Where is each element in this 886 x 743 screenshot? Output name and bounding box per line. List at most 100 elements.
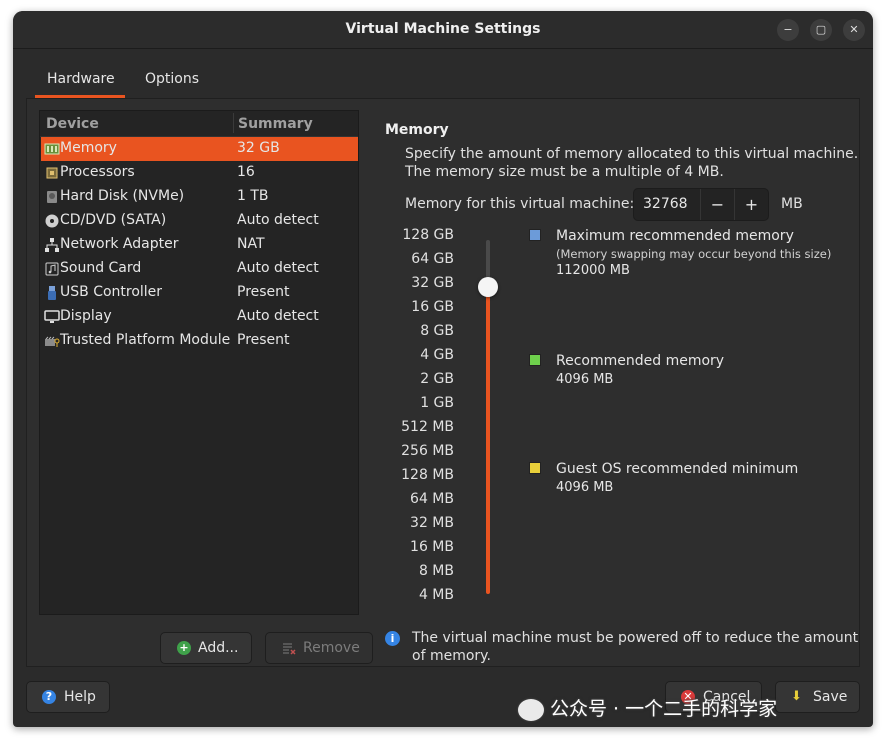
device-row-sound-card[interactable]: Sound Card Auto detect <box>41 257 358 281</box>
memory-section-title: Memory <box>385 122 449 138</box>
device-row-display[interactable]: Display Auto detect <box>41 305 358 329</box>
active-tab-indicator <box>35 95 125 98</box>
maximize-button[interactable]: ▢ <box>810 19 832 41</box>
device-row-trusted-platform-module[interactable]: Trusted Platform Module Present <box>41 329 358 353</box>
column-header-summary[interactable]: Summary <box>238 116 313 132</box>
scale-tick-label: 4 MB <box>418 587 454 603</box>
settings-window: Virtual Machine Settings − ▢ ✕ Hardware … <box>13 11 873 727</box>
scale-tick-label: 32 MB <box>410 515 454 531</box>
device-name: Trusted Platform Module <box>60 332 231 348</box>
device-name: CD/DVD (SATA) <box>60 212 167 228</box>
usb-controller-icon <box>44 285 60 301</box>
wechat-logo-icon <box>518 698 544 721</box>
device-row-memory[interactable]: Memory 32 GB <box>41 137 358 161</box>
remove-icon <box>281 641 297 657</box>
device-name: USB Controller <box>60 284 163 300</box>
memory-input-label: Memory for this virtual machine: <box>405 196 635 212</box>
tab-options[interactable]: Options <box>145 71 199 87</box>
device-summary: NAT <box>237 236 265 252</box>
guest-minimum-value: 4096 MB <box>556 480 614 495</box>
column-header-device[interactable]: Device <box>46 116 99 132</box>
scale-tick-label: 2 GB <box>420 371 454 387</box>
recommended-title: Recommended memory <box>556 353 725 369</box>
device-list[interactable]: Device Summary Memory 32 GB Processors 1… <box>39 110 359 615</box>
device-summary: 32 GB <box>237 140 280 156</box>
watermark-text: 公众号 · 一个二手的科学家 <box>550 698 778 720</box>
memory-slider-handle[interactable] <box>478 277 498 297</box>
close-button[interactable]: ✕ <box>843 19 865 41</box>
memory-description: Specify the amount of memory allocated t… <box>405 146 859 180</box>
remove-button-label: Remove <box>303 640 360 656</box>
memory-spinbox[interactable]: 32768 − + <box>633 188 769 221</box>
device-summary: Present <box>237 284 290 300</box>
help-button-label: Help <box>64 689 96 705</box>
tab-hardware[interactable]: Hardware <box>47 71 115 87</box>
slider-fill[interactable] <box>486 287 490 594</box>
remove-device-button[interactable]: Remove <box>265 632 373 664</box>
watermark: 公众号 · 一个二手的科学家 <box>518 694 868 728</box>
device-name: Hard Disk (NVMe) <box>60 188 185 204</box>
device-row-cd-dvd[interactable]: CD/DVD (SATA) Auto detect <box>41 209 358 233</box>
title-bar[interactable]: Virtual Machine Settings − ▢ ✕ <box>13 11 873 49</box>
guest-minimum-title: Guest OS recommended minimum <box>556 461 799 477</box>
power-off-info: The virtual machine must be powered off … <box>412 630 859 664</box>
memory-icon <box>44 141 60 157</box>
device-summary: Auto detect <box>237 308 319 324</box>
display-icon <box>44 309 60 325</box>
max-recommended-title: Maximum recommended memory <box>556 228 794 244</box>
scale-tick-label: 128 MB <box>401 467 454 483</box>
device-name: Sound Card <box>60 260 142 276</box>
device-row-hard-disk[interactable]: Hard Disk (NVMe) 1 TB <box>41 185 358 209</box>
device-summary: Present <box>237 332 290 348</box>
scale-tick-label: 8 MB <box>418 563 454 579</box>
device-name: Processors <box>60 164 135 180</box>
tab-bar: Hardware Options <box>26 61 860 99</box>
scale-tick-label: 32 GB <box>411 275 454 291</box>
add-icon: + <box>177 641 191 655</box>
help-icon: ? <box>42 690 56 704</box>
device-name: Network Adapter <box>60 236 179 252</box>
hardware-panel: Device Summary Memory 32 GB Processors 1… <box>26 99 860 667</box>
device-row-processors[interactable]: Processors 16 <box>41 161 358 185</box>
device-summary: Auto detect <box>237 260 319 276</box>
device-name: Display <box>60 308 112 324</box>
memory-increment-button[interactable]: + <box>734 189 768 220</box>
tpm-icon <box>44 333 60 349</box>
memory-unit: MB <box>781 196 803 212</box>
hard-disk-icon <box>44 189 60 205</box>
recommended-marker <box>529 354 541 366</box>
window-title: Virtual Machine Settings <box>345 21 541 37</box>
scale-tick-label: 64 MB <box>410 491 454 507</box>
sound-card-icon <box>44 261 60 277</box>
minimize-button[interactable]: − <box>777 19 799 41</box>
scale-tick-label: 4 GB <box>420 347 454 363</box>
memory-decrement-button[interactable]: − <box>700 189 734 220</box>
scale-tick-label: 128 GB <box>402 227 454 243</box>
device-summary: 16 <box>237 164 255 180</box>
max-recommended-value: 112000 MB <box>556 263 630 278</box>
scale-tick-label: 16 MB <box>410 539 454 555</box>
memory-value-input[interactable]: 32768 <box>643 196 688 212</box>
max-recommended-marker <box>529 229 541 241</box>
device-list-header: Device Summary <box>40 111 358 137</box>
network-adapter-icon <box>44 237 60 253</box>
add-device-button[interactable]: + Add... <box>160 632 252 664</box>
device-row-usb-controller[interactable]: USB Controller Present <box>41 281 358 305</box>
device-summary: Auto detect <box>237 212 319 228</box>
cd-dvd-icon <box>44 213 60 229</box>
info-icon: i <box>385 631 400 646</box>
add-button-label: Add... <box>198 640 239 656</box>
device-name: Memory <box>60 140 117 156</box>
processor-icon <box>44 165 60 181</box>
scale-tick-label: 256 MB <box>401 443 454 459</box>
device-row-network-adapter[interactable]: Network Adapter NAT <box>41 233 358 257</box>
guest-minimum-marker <box>529 462 541 474</box>
scale-tick-label: 64 GB <box>411 251 454 267</box>
scale-tick-label: 16 GB <box>411 299 454 315</box>
column-separator <box>233 113 234 133</box>
scale-tick-label: 512 MB <box>401 419 454 435</box>
scale-tick-label: 1 GB <box>420 395 454 411</box>
scale-tick-label: 8 GB <box>420 323 454 339</box>
help-button[interactable]: ? Help <box>26 681 110 713</box>
device-summary: 1 TB <box>237 188 269 204</box>
